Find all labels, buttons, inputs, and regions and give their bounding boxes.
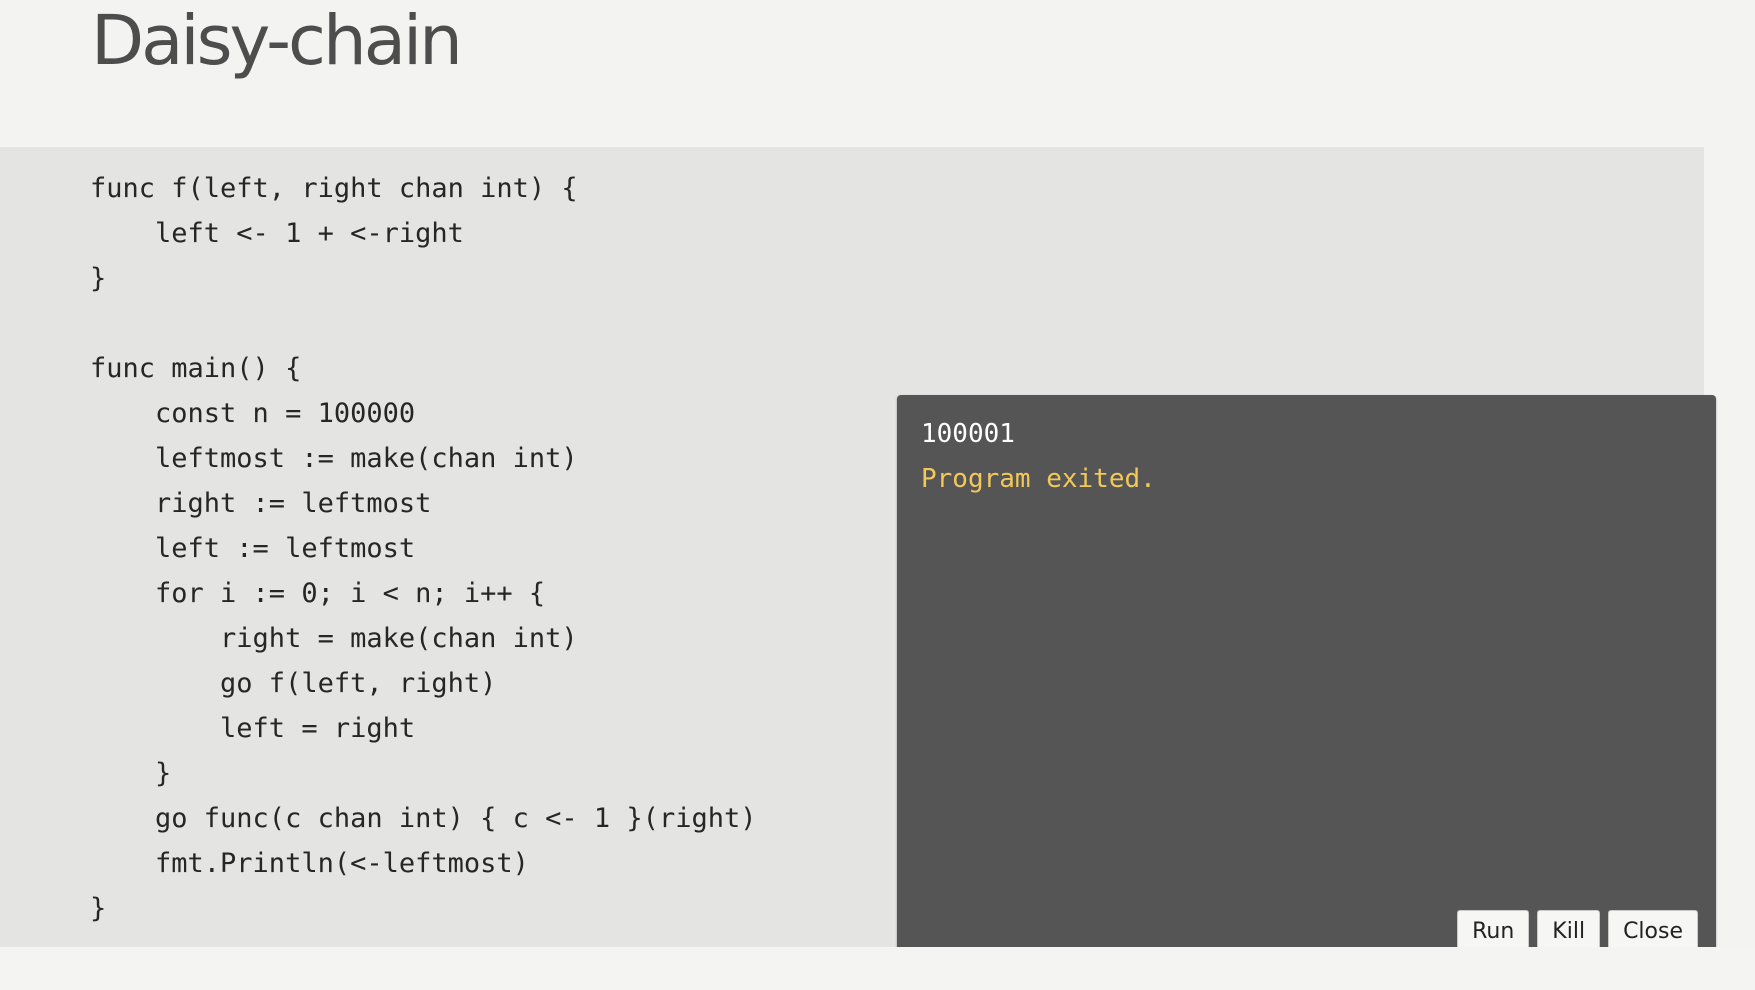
code-line: func f(left, right chan int) { xyxy=(90,173,578,204)
code-line: const n = 100000 xyxy=(90,398,416,429)
slide-bottom-strip xyxy=(0,947,1755,990)
code-line: left <- 1 + <-right xyxy=(90,218,464,249)
program-output: 100001 Program exited. xyxy=(921,412,1156,502)
code-line: go f(left, right) xyxy=(90,668,497,699)
code-line: go func(c chan int) { c <- 1 }(right) xyxy=(90,803,757,834)
slide-title: Daisy-chain xyxy=(91,1,463,81)
stdout-output: 100001 xyxy=(921,419,1015,449)
code-line: fmt.Println(<-leftmost) xyxy=(90,848,529,879)
slide: Daisy-chain func f(left, right chan int)… xyxy=(0,0,1755,990)
code-line: right = make(chan int) xyxy=(90,623,578,654)
code-line: func main() { xyxy=(90,353,302,384)
code-line: } xyxy=(90,893,107,924)
code-line: leftmost := make(chan int) xyxy=(90,443,578,474)
code-line: } xyxy=(90,758,172,789)
playground-output-panel: 100001 Program exited. Run Kill Close xyxy=(897,395,1716,973)
code-line: right := leftmost xyxy=(90,488,432,519)
code-listing: func f(left, right chan int) { left <- 1… xyxy=(90,166,756,931)
program-exit-message: Program exited. xyxy=(921,464,1156,494)
code-line: } xyxy=(90,263,107,294)
code-line: for i := 0; i < n; i++ { xyxy=(90,578,546,609)
code-line: left := leftmost xyxy=(90,533,416,564)
code-line: left = right xyxy=(90,713,416,744)
